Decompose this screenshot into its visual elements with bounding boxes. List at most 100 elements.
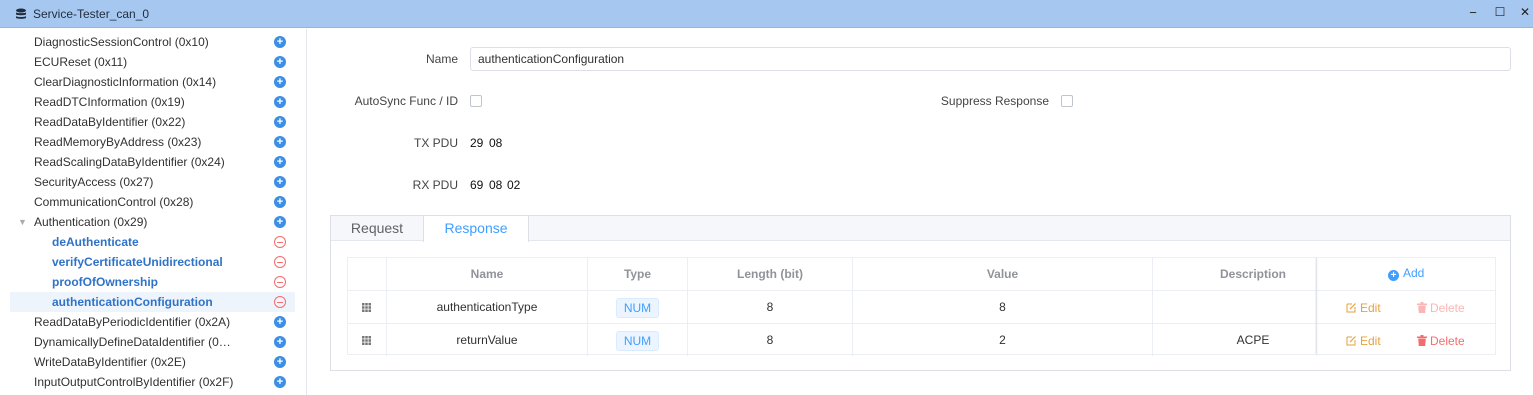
remove-circle-icon[interactable]	[274, 236, 286, 248]
tree-item-proof-of-ownership[interactable]: proofOfOwnership	[10, 272, 295, 292]
column-header-name: Name	[470, 267, 504, 281]
tree-item-dynamically-define-data-identifier[interactable]: DynamicallyDefineDataIdentifier (0… +	[10, 332, 295, 352]
tx-pdu-byte: 08	[489, 136, 503, 150]
tree-item-label: verifyCertificateUnidirectional	[52, 255, 223, 269]
add-label: Add	[1403, 266, 1425, 280]
name-input[interactable]: authenticationConfiguration	[470, 47, 1511, 71]
row-name: authenticationType	[436, 300, 538, 314]
add-circle-icon[interactable]: +	[274, 156, 286, 168]
column-header-description: Description	[1219, 267, 1286, 281]
tree-item-label: ECUReset (0x11)	[34, 55, 128, 69]
remove-circle-icon[interactable]	[274, 256, 286, 268]
maximize-button[interactable]: ☐	[1492, 5, 1508, 19]
tab-request[interactable]: Request	[331, 216, 423, 241]
tree-item-read-data-by-identifier[interactable]: ReadDataByIdentifier (0x22) +	[10, 112, 295, 132]
add-circle-icon[interactable]: +	[274, 36, 286, 48]
tree-item-verify-certificate-unidirectional[interactable]: verifyCertificateUnidirectional	[10, 252, 295, 272]
delete-label: Delete	[1430, 334, 1465, 348]
rx-pdu-byte: 69	[470, 178, 484, 192]
caret-down-icon[interactable]: ▼	[18, 212, 27, 232]
tx-pdu-byte: 29	[470, 136, 484, 150]
autosync-label: AutoSync Func / ID	[354, 94, 458, 108]
add-circle-icon[interactable]: +	[274, 56, 286, 68]
add-circle-icon[interactable]: +	[274, 176, 286, 188]
remove-circle-icon[interactable]	[274, 276, 286, 288]
tree-item-label: proofOfOwnership	[52, 275, 158, 289]
tree-item-label: ReadScalingDataByIdentifier (0x24)	[34, 155, 225, 169]
window-titlebar: Service-Tester_can_0 − ☐ ✕	[0, 0, 1533, 28]
tree-item-label: ReadDataByIdentifier (0x22)	[34, 115, 186, 129]
tree-item-read-memory-by-address[interactable]: ReadMemoryByAddress (0x23) +	[10, 132, 295, 152]
remove-circle-icon[interactable]	[274, 296, 286, 308]
tree-item-communication-control[interactable]: CommunicationControl (0x28) +	[10, 192, 295, 212]
drag-handle-icon[interactable]	[362, 303, 371, 312]
suppress-response-label: Suppress Response	[940, 94, 1049, 108]
trash-icon	[1417, 335, 1427, 346]
tree-item-label: DynamicallyDefineDataIdentifier (0…	[34, 335, 231, 349]
tree-item-security-access[interactable]: SecurityAccess (0x27) +	[10, 172, 295, 192]
edit-button[interactable]: Edit	[1346, 301, 1381, 315]
row-length: 8	[766, 333, 774, 347]
add-circle-icon[interactable]: +	[274, 76, 286, 88]
column-header-type: Type	[623, 267, 652, 281]
tree-item-clear-diagnostic-information[interactable]: ClearDiagnosticInformation (0x14) +	[10, 72, 295, 92]
tree-item-label: deAuthenticate	[52, 235, 139, 249]
autosync-checkbox[interactable]	[470, 95, 482, 107]
edit-label: Edit	[1360, 301, 1381, 315]
tree-item-authentication[interactable]: ▼ Authentication (0x29) +	[10, 212, 295, 232]
tree-item-read-scaling-data-by-identifier[interactable]: ReadScalingDataByIdentifier (0x24) +	[10, 152, 295, 172]
tree-item-input-output-control-by-identifier[interactable]: InputOutputControlByIdentifier (0x2F) +	[10, 372, 295, 392]
tree-item-label: InputOutputControlByIdentifier (0x2F)	[34, 375, 234, 389]
tree-item-read-dtc-information[interactable]: ReadDTCInformation (0x19) +	[10, 92, 295, 112]
name-label: Name	[425, 52, 458, 66]
row-name: returnValue	[456, 333, 518, 347]
add-circle-icon[interactable]: +	[274, 136, 286, 148]
tree-item-diagnostic-session-control[interactable]: DiagnosticSessionControl (0x10) +	[10, 32, 295, 52]
row-type-cell: NUM	[588, 291, 687, 324]
row-type-cell: NUM	[588, 324, 687, 357]
add-row-button[interactable]: + Add	[1388, 266, 1424, 281]
add-circle-icon[interactable]: +	[274, 316, 286, 328]
tree-item-authentication-configuration[interactable]: authenticationConfiguration	[10, 292, 295, 312]
tree-item-write-data-by-identifier[interactable]: WriteDataByIdentifier (0x2E) +	[10, 352, 295, 372]
row-value: 8	[999, 300, 1006, 314]
edit-label: Edit	[1360, 334, 1381, 348]
tree-item-de-authenticate[interactable]: deAuthenticate	[10, 232, 295, 252]
delete-button[interactable]: Delete	[1417, 301, 1465, 315]
add-circle-icon[interactable]: +	[274, 96, 286, 108]
request-response-tabs: Request Response Name Type Length (bit) …	[330, 215, 1511, 371]
tree-item-read-data-by-periodic-identifier[interactable]: ReadDataByPeriodicIdentifier (0x2A) +	[10, 312, 295, 332]
plus-circle-icon: +	[1388, 270, 1399, 281]
edit-icon	[1346, 303, 1356, 313]
tree-item-label: ReadDataByPeriodicIdentifier (0x2A)	[34, 315, 231, 329]
add-circle-icon[interactable]: +	[274, 356, 286, 368]
delete-button[interactable]: Delete	[1417, 334, 1465, 348]
column-header-length: Length (bit)	[737, 267, 803, 281]
add-circle-icon[interactable]: +	[274, 196, 286, 208]
row-description	[1153, 291, 1353, 324]
rx-pdu-byte: 08	[489, 178, 503, 192]
minimize-button[interactable]: −	[1465, 5, 1481, 20]
rx-pdu-label: RX PDU	[412, 178, 458, 192]
edit-button[interactable]: Edit	[1346, 334, 1381, 348]
tree-item-label: CommunicationControl (0x28)	[34, 195, 194, 209]
tree-item-ecu-reset[interactable]: ECUReset (0x11) +	[10, 52, 295, 72]
tab-response[interactable]: Response	[423, 216, 529, 242]
close-button[interactable]: ✕	[1517, 5, 1533, 19]
tab-header: Request Response	[331, 216, 1510, 242]
add-circle-icon[interactable]: +	[274, 336, 286, 348]
edit-icon	[1346, 336, 1356, 346]
add-circle-icon[interactable]: +	[274, 216, 286, 228]
service-tree: DiagnosticSessionControl (0x10) + ECURes…	[0, 29, 307, 395]
suppress-response-checkbox[interactable]	[1061, 95, 1073, 107]
add-circle-icon[interactable]: +	[274, 116, 286, 128]
drag-handle-icon[interactable]	[362, 336, 371, 345]
row-value: 2	[999, 333, 1006, 347]
tree-item-label: SecurityAccess (0x27)	[34, 175, 154, 189]
add-circle-icon[interactable]: +	[274, 376, 286, 388]
tx-pdu-label: TX PDU	[413, 136, 458, 150]
row-length: 8	[766, 300, 774, 314]
tree-item-label: ReadMemoryByAddress (0x23)	[34, 135, 202, 149]
trash-icon	[1417, 302, 1427, 313]
delete-label: Delete	[1430, 301, 1465, 315]
